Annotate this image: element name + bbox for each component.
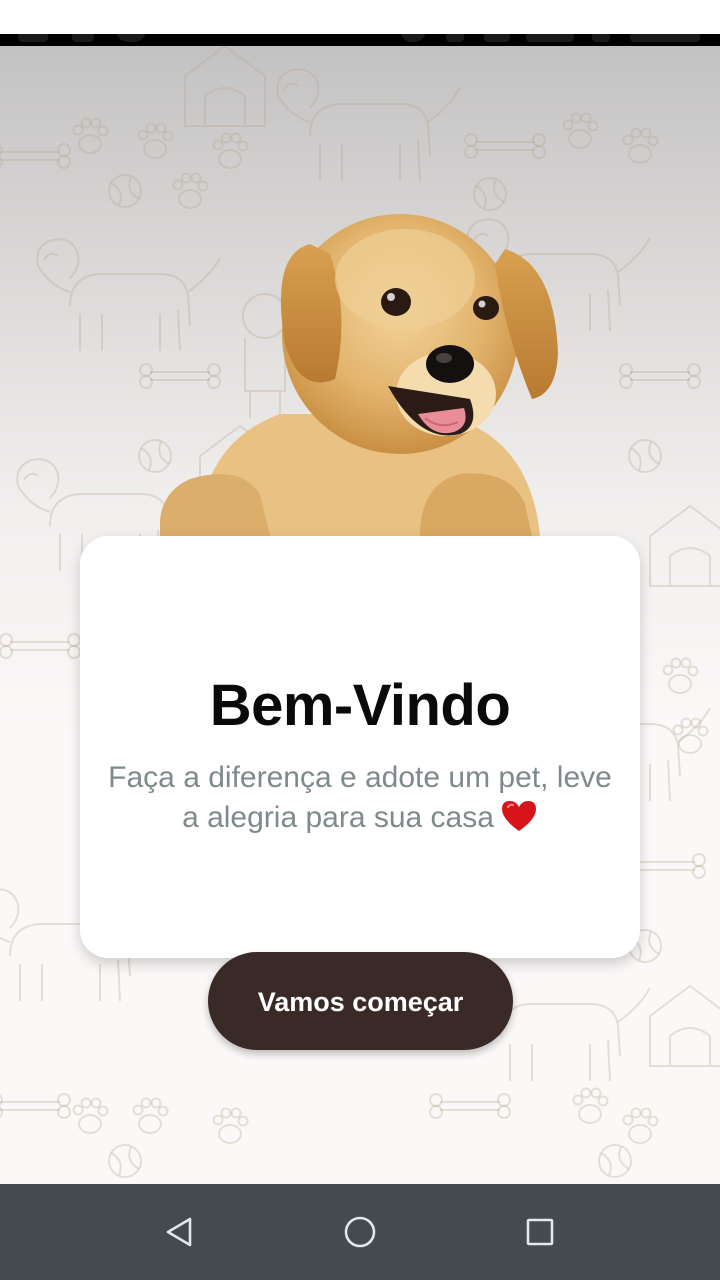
status-icon bbox=[526, 34, 574, 42]
status-bar bbox=[0, 34, 720, 46]
back-icon[interactable] bbox=[160, 1212, 200, 1252]
recents-icon[interactable] bbox=[520, 1212, 560, 1252]
top-crop-area bbox=[0, 0, 720, 34]
home-icon[interactable] bbox=[340, 1212, 380, 1252]
welcome-title: Bem-Vindo bbox=[209, 673, 511, 738]
wifi-icon bbox=[400, 34, 426, 42]
welcome-screen: Bem-Vindo Faça a diferença e adote um pe… bbox=[0, 0, 720, 1280]
navigation-bar bbox=[0, 1184, 720, 1280]
red-heart-icon bbox=[501, 801, 536, 831]
golden-retriever-puppy-photo bbox=[160, 214, 558, 536]
notification-icon bbox=[116, 34, 146, 42]
signal-icon bbox=[446, 34, 464, 42]
clock-text bbox=[630, 34, 700, 42]
welcome-subtitle-wrap: Faça a diferença e adote um pet, leve a … bbox=[100, 758, 620, 838]
welcome-card: Bem-Vindo Faça a diferença e adote um pe… bbox=[80, 536, 640, 958]
start-button[interactable]: Vamos começar bbox=[208, 952, 513, 1050]
battery-icon bbox=[484, 34, 510, 42]
notification-icon bbox=[72, 34, 94, 42]
notification-icon bbox=[18, 34, 48, 42]
battery-icon bbox=[592, 34, 610, 42]
